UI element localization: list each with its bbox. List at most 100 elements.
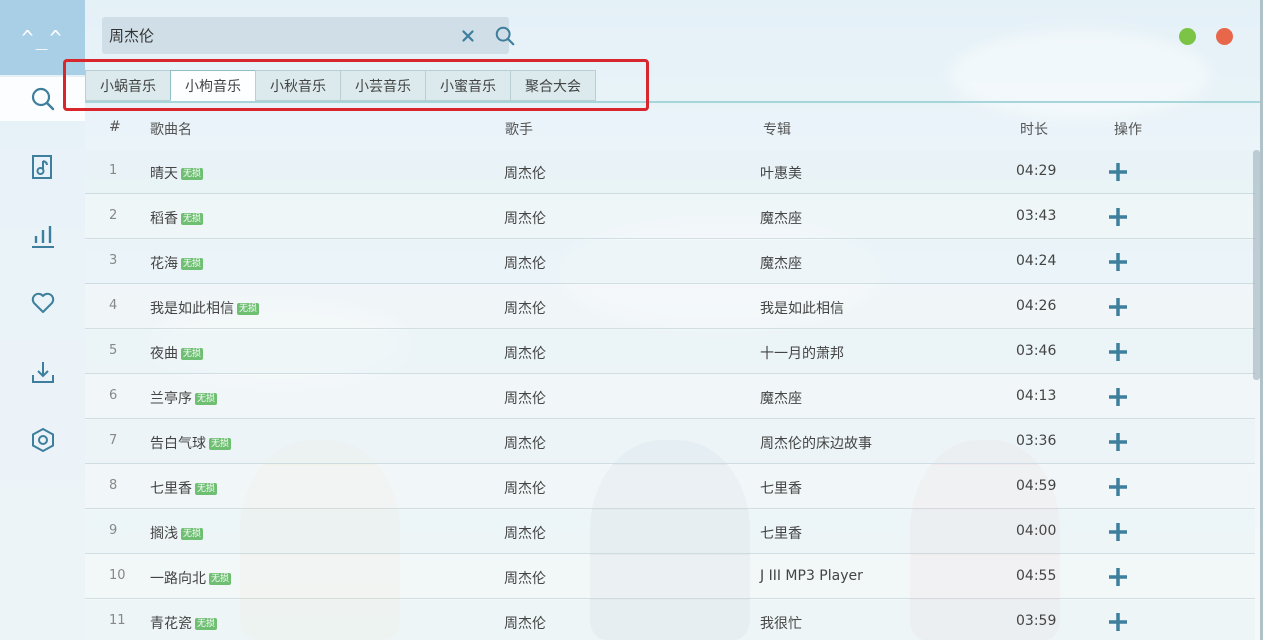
sidebar-item-playlist[interactable]: [0, 145, 85, 189]
tab-source-6[interactable]: 聚合大会: [510, 70, 596, 101]
table-row[interactable]: 4 我是如此相信 无损 周杰伦 我是如此相信 04:26: [85, 285, 1255, 329]
tab-source-3[interactable]: 小秋音乐: [255, 70, 341, 101]
song-title: 我是如此相信: [150, 301, 234, 317]
add-to-playlist-button[interactable]: [1106, 205, 1130, 229]
song-duration: 04:59: [1016, 478, 1057, 494]
tab-source-1[interactable]: 小蜗音乐: [85, 70, 171, 101]
search-icon: [495, 26, 515, 46]
song-name[interactable]: 夜曲 无损: [150, 343, 204, 363]
table-row[interactable]: 2 稻香 无损 周杰伦 魔杰座 03:43: [85, 195, 1255, 239]
song-title: 花海: [150, 256, 178, 272]
table-row[interactable]: 8 七里香 无损 周杰伦 七里香 04:59: [85, 465, 1255, 509]
song-artist[interactable]: 周杰伦: [504, 478, 546, 498]
plus-icon: [1109, 163, 1127, 181]
song-artist[interactable]: 周杰伦: [504, 163, 546, 183]
add-to-playlist-button[interactable]: [1106, 385, 1130, 409]
table-row[interactable]: 9 搁浅 无损 周杰伦 七里香 04:00: [85, 510, 1255, 554]
add-to-playlist-button[interactable]: [1106, 160, 1130, 184]
song-album[interactable]: 十一月的萧邦: [760, 343, 844, 363]
tab-source-2[interactable]: 小枸音乐: [170, 70, 256, 101]
table-header: # 歌曲名 歌手 专辑 时长 操作: [85, 110, 1260, 146]
song-artist[interactable]: 周杰伦: [504, 433, 546, 453]
table-row[interactable]: 10 一路向北 无损 周杰伦 J III MP3 Player 04:55: [85, 555, 1255, 599]
add-to-playlist-button[interactable]: [1106, 610, 1130, 634]
header-song-name: 歌曲名: [150, 122, 192, 138]
table-row[interactable]: 11 青花瓷 无损 周杰伦 我很忙 03:59: [85, 600, 1255, 640]
song-name[interactable]: 晴天 无损: [150, 163, 204, 183]
song-name[interactable]: 搁浅 无损: [150, 523, 204, 543]
tab-source-5[interactable]: 小蜜音乐: [425, 70, 511, 101]
song-duration: 04:13: [1016, 388, 1057, 404]
close-button[interactable]: [1216, 28, 1233, 45]
tab-source-4[interactable]: 小芸音乐: [340, 70, 426, 101]
plus-icon: [1109, 388, 1127, 406]
song-name[interactable]: 告白气球 无损: [150, 433, 232, 453]
song-album[interactable]: 我很忙: [760, 613, 802, 633]
add-to-playlist-button[interactable]: [1106, 475, 1130, 499]
song-album[interactable]: 魔杰座: [760, 388, 802, 408]
row-index: 3: [109, 253, 118, 268]
add-to-playlist-button[interactable]: [1106, 520, 1130, 544]
song-album[interactable]: J III MP3 Player: [760, 568, 863, 584]
song-name[interactable]: 我是如此相信 无损: [150, 298, 260, 318]
song-artist[interactable]: 周杰伦: [504, 523, 546, 543]
add-to-playlist-button[interactable]: [1106, 295, 1130, 319]
song-title: 晴天: [150, 166, 178, 182]
chart-icon: [31, 226, 54, 248]
song-artist[interactable]: 周杰伦: [504, 298, 546, 318]
song-album[interactable]: 叶惠美: [760, 163, 802, 183]
song-title: 夜曲: [150, 346, 178, 362]
add-to-playlist-button[interactable]: [1106, 565, 1130, 589]
song-album[interactable]: 周杰伦的床边故事: [760, 433, 872, 453]
add-to-playlist-button[interactable]: [1106, 430, 1130, 454]
song-artist[interactable]: 周杰伦: [504, 208, 546, 228]
sidebar-item-charts[interactable]: [0, 214, 85, 258]
song-artist[interactable]: 周杰伦: [504, 388, 546, 408]
song-artist[interactable]: 周杰伦: [504, 253, 546, 273]
plus-icon: [1109, 523, 1127, 541]
header-album: 专辑: [763, 122, 791, 138]
song-duration: 03:59: [1016, 613, 1057, 629]
plus-icon: [1109, 298, 1127, 316]
song-name[interactable]: 青花瓷 无损: [150, 613, 218, 633]
lossless-badge: 无损: [181, 258, 204, 270]
song-title: 告白气球: [150, 436, 206, 452]
song-album[interactable]: 七里香: [760, 478, 802, 498]
song-artist[interactable]: 周杰伦: [504, 343, 546, 363]
clear-search-button[interactable]: [456, 24, 480, 48]
song-album[interactable]: 七里香: [760, 523, 802, 543]
song-name[interactable]: 七里香 无损: [150, 478, 218, 498]
plus-icon: [1109, 208, 1127, 226]
song-name[interactable]: 花海 无损: [150, 253, 204, 273]
song-album[interactable]: 魔杰座: [760, 208, 802, 228]
table-row[interactable]: 5 夜曲 无损 周杰伦 十一月的萧邦 03:46: [85, 330, 1255, 374]
sidebar-item-favorites[interactable]: [0, 281, 85, 325]
song-artist[interactable]: 周杰伦: [504, 613, 546, 633]
song-album[interactable]: 魔杰座: [760, 253, 802, 273]
row-index: 5: [109, 343, 118, 358]
sidebar-item-downloads[interactable]: [0, 350, 85, 394]
table-row[interactable]: 1 晴天 无损 周杰伦 叶惠美 04:29: [85, 150, 1255, 194]
heart-icon: [31, 292, 54, 313]
sidebar-item-settings[interactable]: [0, 418, 85, 462]
table-row[interactable]: 3 花海 无损 周杰伦 魔杰座 04:24: [85, 240, 1255, 284]
lossless-badge: 无损: [237, 303, 260, 315]
song-name[interactable]: 兰亭序 无损: [150, 388, 218, 408]
song-title: 青花瓷: [150, 616, 192, 632]
search-button[interactable]: [493, 24, 517, 48]
song-title: 稻香: [150, 211, 178, 227]
song-name[interactable]: 稻香 无损: [150, 208, 204, 228]
search-input[interactable]: [109, 26, 429, 45]
minimize-button[interactable]: [1179, 28, 1196, 45]
song-name[interactable]: 一路向北 无损: [150, 568, 232, 588]
add-to-playlist-button[interactable]: [1106, 250, 1130, 274]
row-index: 8: [109, 478, 118, 493]
plus-icon: [1109, 568, 1127, 586]
table-row[interactable]: 6 兰亭序 无损 周杰伦 魔杰座 04:13: [85, 375, 1255, 419]
table-row[interactable]: 7 告白气球 无损 周杰伦 周杰伦的床边故事 03:36: [85, 420, 1255, 464]
song-album[interactable]: 我是如此相信: [760, 298, 844, 318]
sidebar-item-search[interactable]: [0, 77, 85, 121]
scrollbar[interactable]: [1253, 150, 1260, 380]
add-to-playlist-button[interactable]: [1106, 340, 1130, 364]
song-artist[interactable]: 周杰伦: [504, 568, 546, 588]
